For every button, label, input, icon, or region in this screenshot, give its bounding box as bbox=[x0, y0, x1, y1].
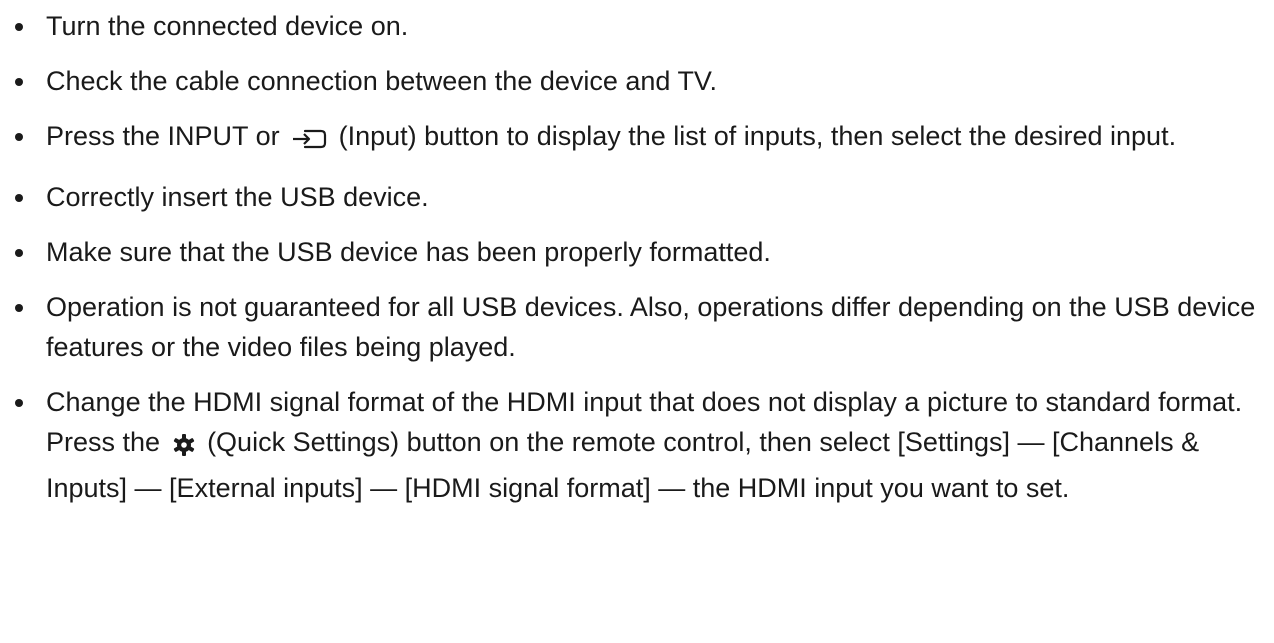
list-item-text: Turn the connected device on. bbox=[46, 11, 409, 41]
bullet-icon bbox=[15, 249, 23, 257]
bullet-icon bbox=[15, 133, 23, 141]
list-item-text: Make sure that the USB device has been p… bbox=[46, 237, 771, 267]
list-item-text: Operation is not guaranteed for all USB … bbox=[46, 292, 1256, 362]
list-item-text: Check the cable connection between the d… bbox=[46, 66, 717, 96]
list-item-text: Correctly insert the USB device. bbox=[46, 182, 429, 212]
list-item: Operation is not guaranteed for all USB … bbox=[0, 287, 1274, 367]
list-item-text-after-icon: (Input) button to display the list of in… bbox=[331, 121, 1177, 151]
bullet-icon bbox=[15, 194, 23, 202]
list-item: Turn the connected device on. bbox=[0, 0, 1274, 46]
bullet-icon bbox=[15, 304, 23, 312]
list-item: Check the cable connection between the d… bbox=[0, 61, 1274, 101]
troubleshooting-list: Turn the connected device on. Check the … bbox=[0, 0, 1274, 523]
list-item: Make sure that the USB device has been p… bbox=[0, 232, 1274, 272]
bullet-icon bbox=[15, 399, 23, 407]
bullet-icon bbox=[15, 23, 23, 31]
bullet-icon bbox=[15, 78, 23, 86]
gear-icon bbox=[172, 428, 196, 468]
list-item: Change the HDMI signal format of the HDM… bbox=[0, 382, 1274, 508]
list-item: Correctly insert the USB device. bbox=[0, 177, 1274, 217]
input-icon bbox=[291, 122, 327, 162]
list-item-text-after-icon: (Quick Settings) button on the remote co… bbox=[46, 427, 1200, 503]
list-item: Press the INPUT or (Input) button to dis… bbox=[0, 116, 1274, 162]
list-item-text-before-icon: Press the INPUT or bbox=[46, 121, 288, 151]
